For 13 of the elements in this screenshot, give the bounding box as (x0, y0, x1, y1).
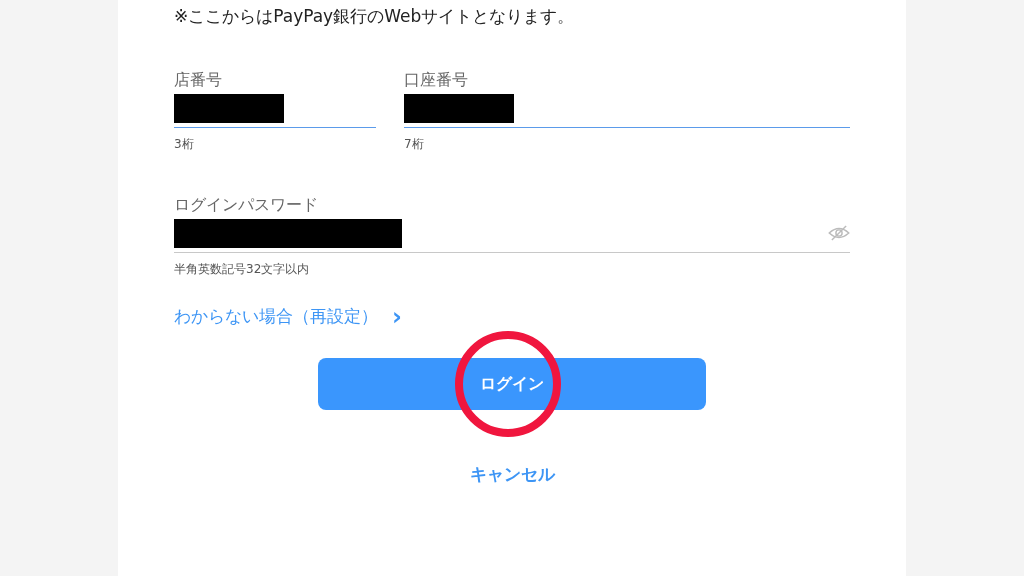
notice-text: ※ここからはPayPay銀行のWebサイトとなります。 (174, 5, 576, 28)
input-field[interactable] (404, 92, 850, 128)
reset-password-link[interactable]: わからない場合（再設定） › (174, 304, 402, 330)
cancel-link[interactable]: キャンセル (469, 461, 555, 487)
field-label: 店番号 (174, 69, 223, 91)
field-label: ログインパスワード (174, 194, 319, 216)
field-hint: 3桁 (174, 136, 195, 153)
field-hint: 半角英数記号32文字以内 (174, 261, 311, 278)
password-field[interactable] (174, 217, 850, 253)
field-hint: 7桁 (404, 136, 425, 153)
input-field[interactable] (174, 92, 376, 128)
field-label: 口座番号 (404, 69, 469, 91)
login-button[interactable]: ログイン (318, 357, 706, 410)
